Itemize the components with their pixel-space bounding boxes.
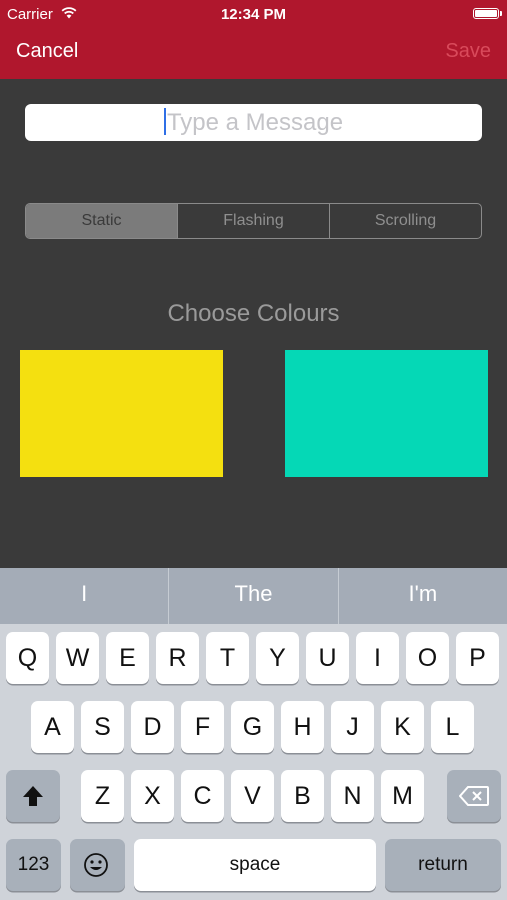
- key-o[interactable]: O: [406, 632, 449, 684]
- prediction-3[interactable]: I'm: [337, 568, 507, 624]
- segment-scrolling[interactable]: Scrolling: [329, 204, 481, 238]
- key-x[interactable]: X: [131, 770, 174, 822]
- key-a[interactable]: A: [31, 701, 74, 753]
- key-h[interactable]: H: [281, 701, 324, 753]
- return-key[interactable]: return: [385, 839, 501, 891]
- segment-flashing[interactable]: Flashing: [177, 204, 329, 238]
- prediction-2[interactable]: The: [168, 568, 337, 624]
- battery-icon: [473, 8, 502, 19]
- space-key[interactable]: space: [134, 839, 376, 891]
- clock: 12:34 PM: [220, 6, 287, 23]
- message-input[interactable]: Type a Message: [25, 104, 482, 141]
- emoji-icon: [84, 853, 108, 877]
- key-g[interactable]: G: [231, 701, 274, 753]
- keyboard: QWERTYUIOP ASDFGHJKL ZXCVBNM 123 space r…: [0, 624, 507, 900]
- key-q[interactable]: Q: [6, 632, 49, 684]
- background-colour-swatch[interactable]: [285, 350, 488, 477]
- numbers-key[interactable]: 123: [6, 839, 61, 891]
- key-c[interactable]: C: [181, 770, 224, 822]
- key-b[interactable]: B: [281, 770, 324, 822]
- key-k[interactable]: K: [381, 701, 424, 753]
- emoji-key[interactable]: [70, 839, 125, 891]
- predictive-text-bar: I The I'm: [0, 568, 507, 624]
- mode-segmented-control[interactable]: Static Flashing Scrolling: [25, 203, 482, 239]
- key-m[interactable]: M: [381, 770, 424, 822]
- key-d[interactable]: D: [131, 701, 174, 753]
- backspace-icon: [459, 786, 489, 806]
- key-e[interactable]: E: [106, 632, 149, 684]
- shift-icon: [23, 786, 43, 806]
- save-button[interactable]: Save: [445, 40, 491, 63]
- key-r[interactable]: R: [156, 632, 199, 684]
- key-l[interactable]: L: [431, 701, 474, 753]
- key-y[interactable]: Y: [256, 632, 299, 684]
- shift-key[interactable]: [6, 770, 60, 822]
- text-cursor: [163, 108, 166, 136]
- segment-static[interactable]: Static: [26, 204, 177, 238]
- key-t[interactable]: T: [206, 632, 249, 684]
- key-s[interactable]: S: [81, 701, 124, 753]
- key-n[interactable]: N: [331, 770, 374, 822]
- prediction-1[interactable]: I: [0, 568, 168, 624]
- text-colour-swatch[interactable]: [20, 350, 223, 477]
- choose-colours-title: Choose Colours: [167, 300, 340, 327]
- key-f[interactable]: F: [181, 701, 224, 753]
- key-v[interactable]: V: [231, 770, 274, 822]
- navigation-bar: Carrier 12:34 PM Cancel Save: [0, 0, 507, 79]
- backspace-key[interactable]: [447, 770, 501, 822]
- message-placeholder: Type a Message: [166, 109, 344, 136]
- cancel-button[interactable]: Cancel: [16, 40, 78, 63]
- key-w[interactable]: W: [56, 632, 99, 684]
- key-u[interactable]: U: [306, 632, 349, 684]
- key-i[interactable]: I: [356, 632, 399, 684]
- key-p[interactable]: P: [456, 632, 499, 684]
- key-z[interactable]: Z: [81, 770, 124, 822]
- status-bar: Carrier 12:34 PM: [0, 4, 507, 24]
- key-j[interactable]: J: [331, 701, 374, 753]
